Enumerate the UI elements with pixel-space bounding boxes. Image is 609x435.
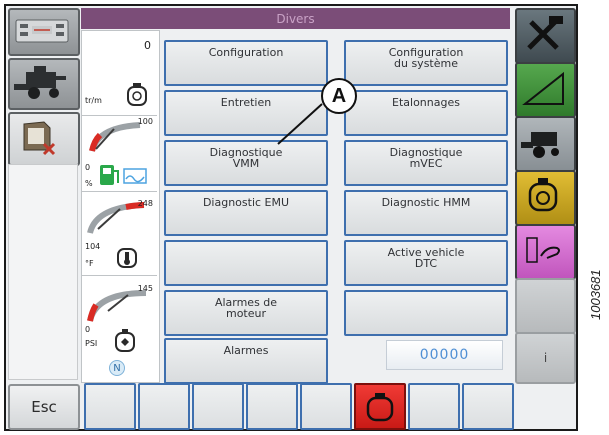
tools-button[interactable] — [515, 8, 576, 64]
blank-button-right[interactable] — [344, 290, 508, 336]
diagnostic-mvec-label-line2: mVEC — [409, 157, 443, 170]
gauge-divider — [82, 191, 157, 192]
oil-unit: PSI — [85, 339, 98, 348]
fuel-max: 100 — [137, 117, 153, 126]
sos-hand-icon — [526, 237, 560, 263]
blank-button-left[interactable] — [164, 240, 328, 286]
gauge-divider — [82, 115, 157, 116]
coolant-min: 104 — [85, 242, 101, 251]
bottom-button-4[interactable] — [246, 383, 298, 430]
engine-alarms-label-line2: moteur — [225, 307, 267, 320]
active-vehicle-dtc-label-line2: DTC — [414, 257, 438, 270]
engine-speed-icon — [127, 83, 147, 106]
diagnostic-hmm-label: Diagnostic HMM — [381, 196, 471, 209]
slope-icon — [522, 71, 564, 105]
sos-button[interactable] — [515, 224, 576, 280]
configuration-button[interactable]: Configuration — [164, 40, 328, 86]
combine-harvester-icon — [14, 66, 66, 99]
harvester-button[interactable] — [8, 58, 80, 110]
blank-right-button[interactable] — [515, 278, 576, 334]
configuration-label: Configuration — [208, 46, 284, 59]
bottom-button-3[interactable] — [192, 383, 244, 430]
field-map-button[interactable] — [8, 112, 80, 166]
calibrations-button[interactable]: Etalonnages — [344, 90, 508, 136]
neutral-indicator: N — [109, 360, 125, 376]
engine-icon — [528, 178, 558, 212]
diagnostic-hmm-button[interactable]: Diagnostic HMM — [344, 190, 508, 236]
oil-max: 145 — [137, 284, 153, 293]
left-blank-panel — [8, 164, 78, 380]
harvester-right-button[interactable] — [515, 116, 576, 172]
info-icon: i — [543, 351, 548, 365]
hour-counter: 00000 — [386, 340, 503, 370]
engine-button[interactable] — [515, 170, 576, 226]
fuel-pump-icon — [100, 165, 147, 185]
slope-button[interactable] — [515, 62, 576, 118]
callout-leader-line — [277, 103, 323, 145]
gauge-column: 0 tr/m 100 0 % 248 104 °F 145 0 PSI N — [81, 30, 160, 383]
engine-alarms-button[interactable]: Alarmes de moteur — [164, 290, 328, 336]
calibrations-label: Etalonnages — [392, 96, 460, 109]
engine-speed-value: 0 — [144, 39, 151, 52]
info-button[interactable]: i — [515, 332, 576, 384]
bottom-button-8[interactable] — [462, 383, 514, 430]
system-configuration-button[interactable]: Configuration du système — [344, 40, 508, 86]
coolant-unit: °F — [85, 259, 94, 268]
gauge-divider — [82, 275, 157, 276]
coolant-temp-icon — [117, 248, 137, 268]
bottom-button-1[interactable] — [84, 383, 136, 430]
engine-speed-button[interactable] — [8, 8, 80, 56]
diagnostic-mvec-button[interactable]: Diagnostique mVEC — [344, 140, 508, 186]
coolant-max: 248 — [137, 199, 153, 208]
engine-alarm-indicator[interactable] — [354, 383, 406, 430]
diagnostic-emu-button[interactable]: Diagnostic EMU — [164, 190, 328, 236]
alarms-button[interactable]: Alarmes — [164, 338, 328, 384]
engine-speed-meter-icon — [15, 19, 69, 43]
bottom-button-5[interactable] — [300, 383, 352, 430]
esc-button[interactable]: Esc — [8, 384, 80, 430]
system-configuration-label-line2: du système — [394, 57, 458, 70]
callout-a: A — [321, 78, 357, 114]
fuel-unit: % — [85, 179, 93, 188]
fuel-min: 0 — [85, 163, 91, 172]
bottom-button-2[interactable] — [138, 383, 190, 430]
engine-warning-icon — [366, 392, 394, 421]
tools-icon — [527, 16, 563, 50]
combine-harvester-icon — [521, 132, 559, 158]
alarms-label: Alarmes — [223, 344, 269, 357]
active-vehicle-dtc-button[interactable]: Active vehicle DTC — [344, 240, 508, 286]
oil-min: 0 — [85, 325, 91, 334]
bottom-button-7[interactable] — [408, 383, 460, 430]
page-title: Divers — [81, 8, 510, 29]
oil-pressure-icon — [115, 329, 135, 352]
field-map-icon — [23, 121, 56, 156]
engine-speed-unit: tr/m — [85, 96, 102, 105]
figure-id: 1003681 — [588, 269, 603, 320]
diagnostic-emu-label: Diagnostic EMU — [202, 196, 290, 209]
diagnostic-vmm-label-line2: VMM — [232, 157, 260, 170]
